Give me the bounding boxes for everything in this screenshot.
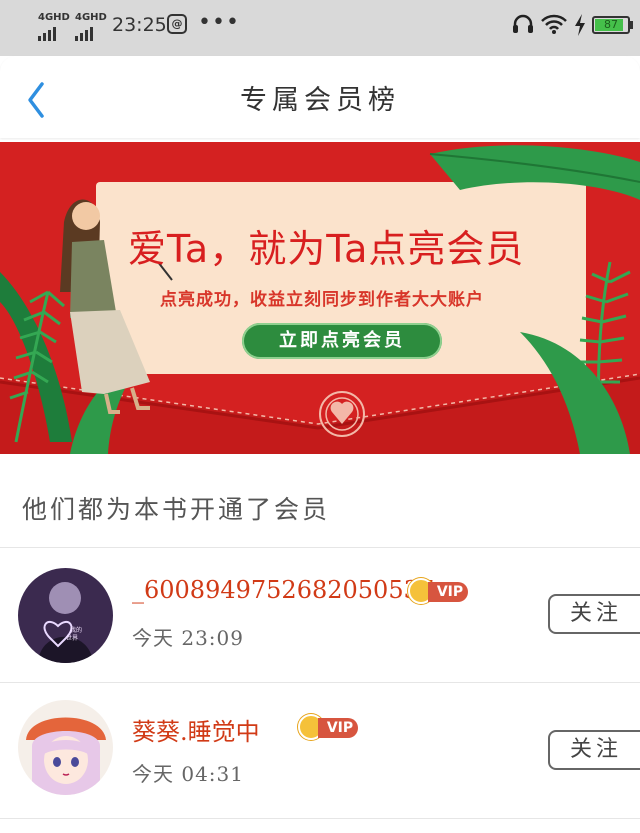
divider [0,547,640,548]
promo-banner[interactable]: 爱Ta，就为Ta点亮会员 点亮成功，收益立刻同步到作者大大账户 立即点亮会员 [0,142,640,454]
network-type-1: 4GHD [38,12,70,23]
signal-icon-1 [38,27,56,41]
vip-label: VIP [318,718,358,738]
member-name: 葵葵.睡觉中 [132,718,260,746]
page-title: 专属会员榜 [240,85,400,116]
avatar [18,700,113,795]
divider [0,818,640,819]
more-notifications-icon: ••• [198,10,240,35]
follow-button[interactable]: 关注 [548,730,640,770]
notification-app-icon: @ [167,14,187,34]
divider [0,682,640,683]
svg-text:世界: 世界 [66,634,78,642]
member-row[interactable]: 我的 世界 _6008949752682050537 VIP 今天 23:09 … [0,550,640,670]
battery-nub [630,21,633,29]
battery-percent: 87 [604,18,618,31]
member-time: 今天 04:31 [132,762,244,786]
svg-text:我的: 我的 [70,626,82,634]
activate-membership-button[interactable]: 立即点亮会员 [242,323,442,359]
wifi-icon [540,14,568,39]
member-time: 今天 23:09 [132,626,244,650]
network-type-2: 4GHD [75,12,107,23]
charging-icon [574,14,586,41]
banner-subtitle: 点亮成功，收益立刻同步到作者大大账户 [160,290,484,310]
signal-icon-2 [75,27,93,41]
battery-icon: 87 [592,16,630,34]
member-name: _6008949752682050537 [132,576,435,604]
section-title: 他们都为本书开通了会员 [22,495,331,524]
headphones-icon [512,14,534,39]
follow-button[interactable]: 关注 [548,594,640,634]
status-time: 23:25 [112,14,167,36]
nav-bar: 专属会员榜 [0,56,640,138]
member-row[interactable]: 葵葵.睡觉中 VIP 今天 04:31 关注 [0,686,640,806]
banner-headline: 爱Ta，就为Ta点亮会员 [128,227,525,271]
status-bar: 4GHD 4GHD 23:25 @ ••• 87 [0,0,640,56]
vip-label: VIP [428,582,468,602]
avatar: 我的 世界 [18,568,113,663]
